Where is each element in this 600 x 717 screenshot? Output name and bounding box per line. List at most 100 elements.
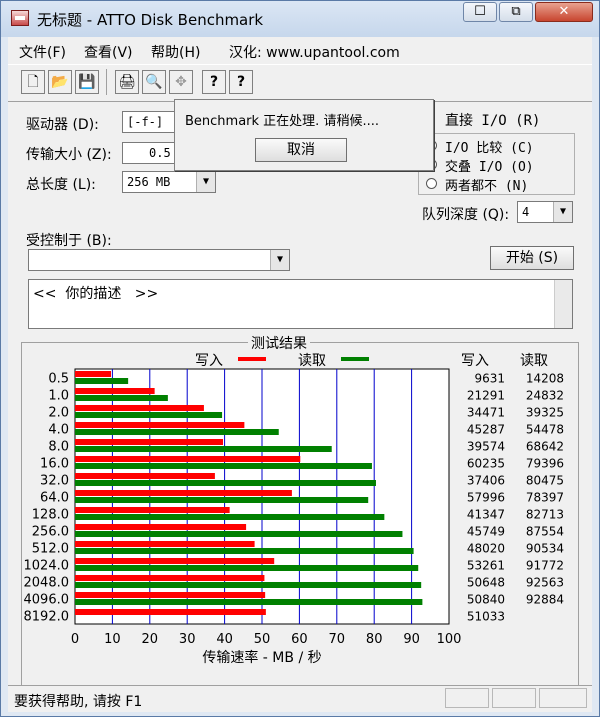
read-bar bbox=[75, 429, 279, 435]
read-bar bbox=[75, 514, 385, 520]
write-value: 21291 bbox=[467, 389, 505, 403]
read-value: 39325 bbox=[526, 406, 564, 420]
write-value: 45749 bbox=[467, 525, 505, 539]
size-label: 1024.0 bbox=[24, 559, 70, 574]
close-button[interactable]: ✕ bbox=[535, 2, 593, 22]
read-bar bbox=[75, 565, 419, 571]
x-tick-label: 100 bbox=[437, 632, 462, 647]
progress-message: Benchmark 正在处理. 请稍候.... bbox=[185, 114, 379, 129]
read-bar bbox=[75, 480, 376, 486]
status-pane bbox=[492, 688, 536, 708]
title-bar[interactable]: 无标题 - ATTO Disk Benchmark ☐ ⧉ ✕ bbox=[1, 1, 599, 37]
write-value: 48020 bbox=[467, 542, 505, 556]
write-value: 37406 bbox=[467, 474, 505, 488]
read-value: 90534 bbox=[526, 542, 564, 556]
x-tick-label: 20 bbox=[142, 632, 159, 647]
write-value: 9631 bbox=[474, 372, 505, 386]
read-value: 82713 bbox=[526, 508, 564, 522]
read-bar bbox=[75, 582, 422, 588]
x-tick-label: 50 bbox=[254, 632, 271, 647]
write-bar bbox=[75, 592, 266, 598]
read-bar bbox=[75, 531, 403, 537]
read-value: 78397 bbox=[526, 491, 564, 505]
x-tick-label: 40 bbox=[216, 632, 233, 647]
size-label: 4096.0 bbox=[24, 593, 70, 608]
write-bar bbox=[75, 439, 224, 445]
size-label: 256.0 bbox=[32, 525, 69, 540]
write-value: 53261 bbox=[467, 559, 505, 573]
write-bar bbox=[75, 609, 266, 615]
write-bar bbox=[75, 507, 230, 513]
write-value: 57996 bbox=[467, 491, 505, 505]
x-tick-label: 90 bbox=[403, 632, 420, 647]
read-bar bbox=[75, 446, 332, 452]
x-tick-label: 70 bbox=[329, 632, 346, 647]
size-label: 2.0 bbox=[48, 406, 69, 421]
size-label: 4.0 bbox=[48, 423, 69, 438]
size-label: 64.0 bbox=[40, 491, 69, 506]
write-value: 34471 bbox=[467, 406, 505, 420]
size-label: 8.0 bbox=[48, 440, 69, 455]
size-label: 512.0 bbox=[32, 542, 69, 557]
size-label: 32.0 bbox=[40, 474, 69, 489]
read-value: 54478 bbox=[526, 423, 564, 437]
x-tick-label: 0 bbox=[71, 632, 79, 647]
write-value: 39574 bbox=[467, 440, 505, 454]
size-label: 1.0 bbox=[48, 389, 69, 404]
write-value: 60235 bbox=[467, 457, 505, 471]
read-value: 68642 bbox=[526, 440, 564, 454]
write-bar bbox=[75, 405, 204, 411]
x-tick-label: 30 bbox=[179, 632, 196, 647]
read-value: 92563 bbox=[526, 576, 564, 590]
app-icon[interactable] bbox=[11, 10, 29, 26]
read-bar bbox=[75, 395, 168, 401]
x-tick-label: 80 bbox=[366, 632, 383, 647]
maximize-button[interactable]: ⧉ bbox=[499, 2, 533, 22]
status-pane bbox=[539, 688, 587, 708]
write-value: 45287 bbox=[467, 423, 505, 437]
minimize-button[interactable]: ☐ bbox=[463, 2, 497, 22]
read-value: 79396 bbox=[526, 457, 564, 471]
read-bar bbox=[75, 378, 129, 384]
read-bar bbox=[75, 548, 414, 554]
x-axis-label: 传输速率 - MB / 秒 bbox=[202, 649, 321, 666]
read-value: 91772 bbox=[526, 559, 564, 573]
write-bar bbox=[75, 575, 265, 581]
write-bar bbox=[75, 422, 245, 428]
x-tick-label: 60 bbox=[291, 632, 308, 647]
read-bar bbox=[75, 412, 223, 418]
write-bar bbox=[75, 388, 155, 394]
progress-dialog: Benchmark 正在处理. 请稍候.... 取消 bbox=[174, 99, 434, 171]
write-bar bbox=[75, 473, 215, 479]
status-pane bbox=[445, 688, 489, 708]
cancel-button[interactable]: 取消 bbox=[255, 138, 347, 162]
read-value: 80475 bbox=[526, 474, 564, 488]
write-value: 50648 bbox=[467, 576, 505, 590]
write-value: 41347 bbox=[467, 508, 505, 522]
read-value: 87554 bbox=[526, 525, 564, 539]
write-value: 50840 bbox=[467, 593, 505, 607]
read-value: 24832 bbox=[526, 389, 564, 403]
client-area: 文件(F) 查看(V) 帮助(H) 汉化: www.upantool.com 🗋… bbox=[8, 37, 592, 712]
window-title: 无标题 - ATTO Disk Benchmark bbox=[37, 11, 264, 29]
read-value: 92884 bbox=[526, 593, 564, 607]
read-bar bbox=[75, 497, 369, 503]
write-bar bbox=[75, 371, 112, 377]
write-bar bbox=[75, 456, 301, 462]
write-bar bbox=[75, 490, 292, 496]
read-bar bbox=[75, 599, 423, 605]
size-label: 2048.0 bbox=[24, 576, 70, 591]
status-bar: 要获得帮助, 请按 F1 bbox=[8, 685, 592, 712]
size-label: 128.0 bbox=[32, 508, 69, 523]
status-text: 要获得帮助, 请按 F1 bbox=[14, 694, 143, 710]
write-value: 51033 bbox=[467, 610, 505, 624]
write-bar bbox=[75, 524, 247, 530]
read-value: 14208 bbox=[526, 372, 564, 386]
size-label: 8192.0 bbox=[24, 610, 70, 625]
x-tick-label: 10 bbox=[104, 632, 121, 647]
app-window: 无标题 - ATTO Disk Benchmark ☐ ⧉ ✕ 文件(F) 查看… bbox=[0, 0, 600, 717]
write-bar bbox=[75, 541, 255, 547]
read-bar bbox=[75, 463, 372, 469]
size-label: 0.5 bbox=[48, 372, 69, 387]
size-label: 16.0 bbox=[40, 457, 69, 472]
